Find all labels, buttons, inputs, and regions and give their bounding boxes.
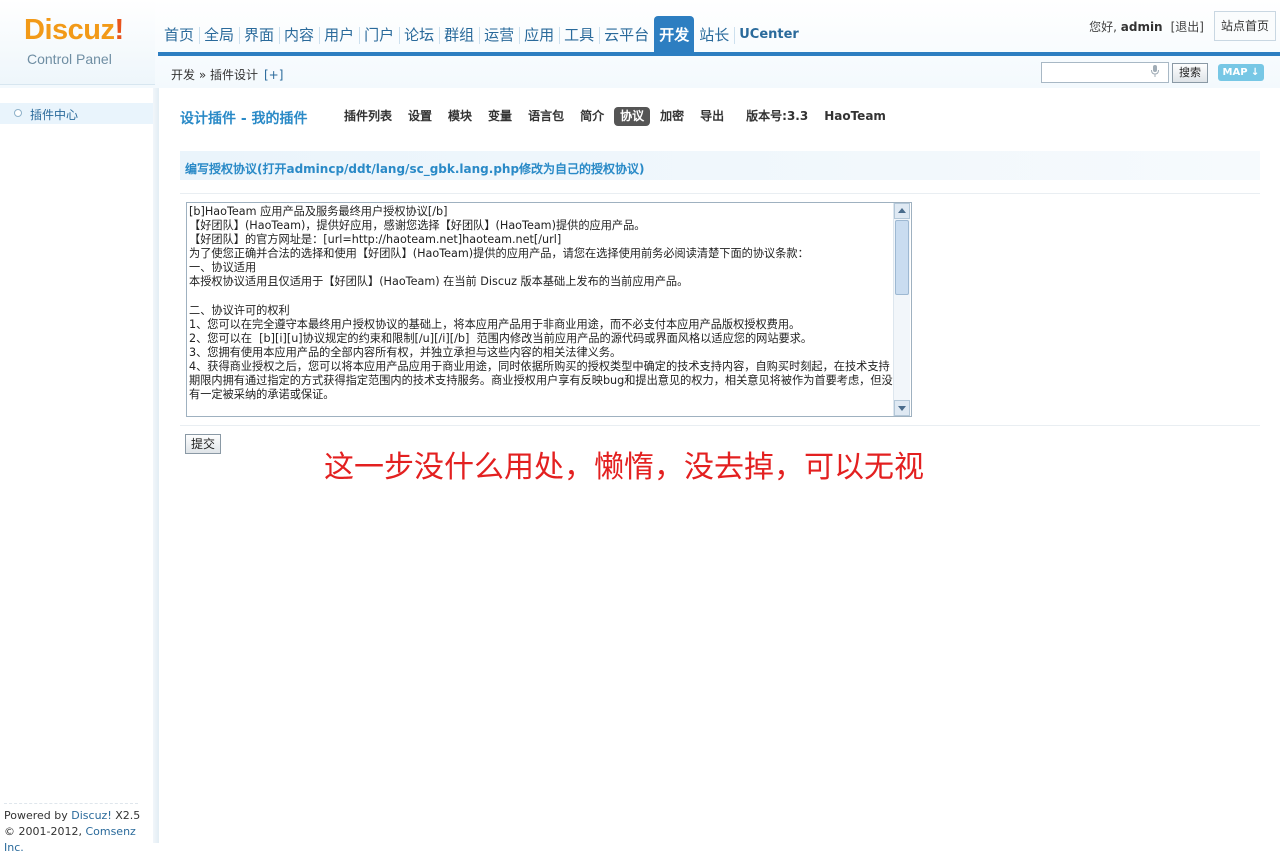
nav-item-8[interactable]: 运营: [479, 16, 519, 54]
divider: [180, 425, 1260, 426]
tab-7[interactable]: 加密: [654, 107, 690, 126]
arrow-down-icon: ↓: [1247, 67, 1260, 78]
tab-0[interactable]: 插件列表: [338, 107, 398, 126]
header: Discuz! Control Panel 首页 全局 界面 内容 用户 门户 论坛 群组 运营…: [0, 0, 1280, 88]
add-shortcut-link[interactable]: [+]: [264, 68, 283, 82]
user-box: 您好, admin [退出] 站点首页: [1089, 11, 1280, 41]
sidebar-item-label: 插件中心: [30, 108, 79, 122]
logout-link[interactable]: [退出]: [1171, 18, 1204, 35]
tab-6[interactable]: 协议: [614, 107, 651, 126]
nav-item-0[interactable]: 首页: [159, 16, 199, 54]
tab-2[interactable]: 模块: [442, 107, 478, 126]
section-header: 编写授权协议(打开admincp/ddt/lang/sc_gbk.lang.ph…: [180, 151, 1260, 180]
logo-wordmark: Discuz!: [24, 14, 124, 46]
annotation-text: 这一步没什么用处，懒惰，没去掉，可以无视: [324, 450, 924, 485]
nav-item-4[interactable]: 用户: [319, 16, 359, 54]
sidebar-item-plugin-center[interactable]: 插件中心: [0, 103, 153, 124]
tab-1[interactable]: 设置: [402, 107, 438, 126]
version-label: 版本号:3.3: [746, 109, 809, 123]
page-title: 设计插件 - 我的插件: [180, 111, 308, 127]
tab-3[interactable]: 变量: [482, 107, 518, 126]
tab-8[interactable]: 导出: [694, 107, 730, 126]
user-greeting: 您好, admin: [1089, 19, 1163, 34]
map-button[interactable]: MAP ↓: [1218, 64, 1264, 81]
scroll-up-button[interactable]: [894, 203, 910, 219]
username: admin: [1120, 19, 1163, 34]
sidebar-divider: [4, 803, 138, 804]
nav-item-10[interactable]: 工具: [559, 16, 599, 54]
map-label: MAP: [1222, 67, 1248, 78]
discuz-logo[interactable]: Discuz! Control Panel: [0, 0, 155, 85]
tab-4[interactable]: 语言包: [522, 107, 570, 126]
textarea-scrollbar[interactable]: [893, 203, 910, 416]
discuz-link[interactable]: Discuz!: [71, 809, 111, 822]
divider: [180, 193, 1260, 194]
microphone-icon[interactable]: [1149, 64, 1161, 78]
nav-item-11[interactable]: 云平台: [599, 16, 654, 54]
nav-item-12[interactable]: 开发: [654, 16, 695, 54]
scroll-thumb[interactable]: [895, 220, 909, 295]
nav-item-5[interactable]: 门户: [359, 16, 399, 54]
search-button[interactable]: 搜索: [1172, 63, 1208, 83]
breadcrumb-text: 开发 » 插件设计: [171, 68, 258, 82]
section-title: 编写授权协议(打开admincp/ddt/lang/sc_gbk.lang.ph…: [185, 162, 645, 176]
nav-item-13[interactable]: 站长: [694, 16, 734, 54]
nav-item-1[interactable]: 全局: [199, 16, 239, 54]
arrow-up-icon: [898, 208, 906, 213]
scroll-down-button[interactable]: [894, 400, 910, 416]
sidebar: 插件中心 Powered by Discuz! X2.5 © 2001-2012…: [0, 88, 153, 854]
agreement-textarea[interactable]: [b]HaoTeam 应用产品及服务最终用户授权协议[/b] 【好团队】(Hao…: [186, 202, 912, 417]
nav-item-9[interactable]: 应用: [519, 16, 559, 54]
top-nav: 首页 全局 界面 内容 用户 门户 论坛 群组 运营 应用 工具 云平台 开发 站长 UCenter: [159, 16, 804, 54]
sidebar-border: [153, 88, 159, 843]
breadcrumb: 开发 » 插件设计 [+]: [171, 66, 283, 83]
logo-subtitle: Control Panel: [27, 51, 112, 67]
plugin-tabs: 插件列表 设置 模块 变量 语言包 简介 协议 加密 导出 版本号:3.3 HaoTeam: [338, 107, 896, 126]
powered-by-footer: Powered by Discuz! X2.5 © 2001-2012, Com…: [4, 809, 141, 854]
author-label: HaoTeam: [824, 109, 886, 123]
tab-5[interactable]: 简介: [574, 107, 610, 126]
nav-item-2[interactable]: 界面: [239, 16, 279, 54]
nav-item-14[interactable]: UCenter: [734, 16, 804, 54]
nav-item-7[interactable]: 群组: [439, 16, 479, 54]
arrow-down-icon: [898, 406, 906, 411]
nav-underline: [158, 52, 1280, 56]
submit-button[interactable]: 提交: [185, 434, 221, 454]
nav-item-3[interactable]: 内容: [279, 16, 319, 54]
bullet-icon: [14, 109, 22, 117]
site-home-button[interactable]: 站点首页: [1213, 11, 1276, 41]
nav-item-6[interactable]: 论坛: [399, 16, 439, 54]
